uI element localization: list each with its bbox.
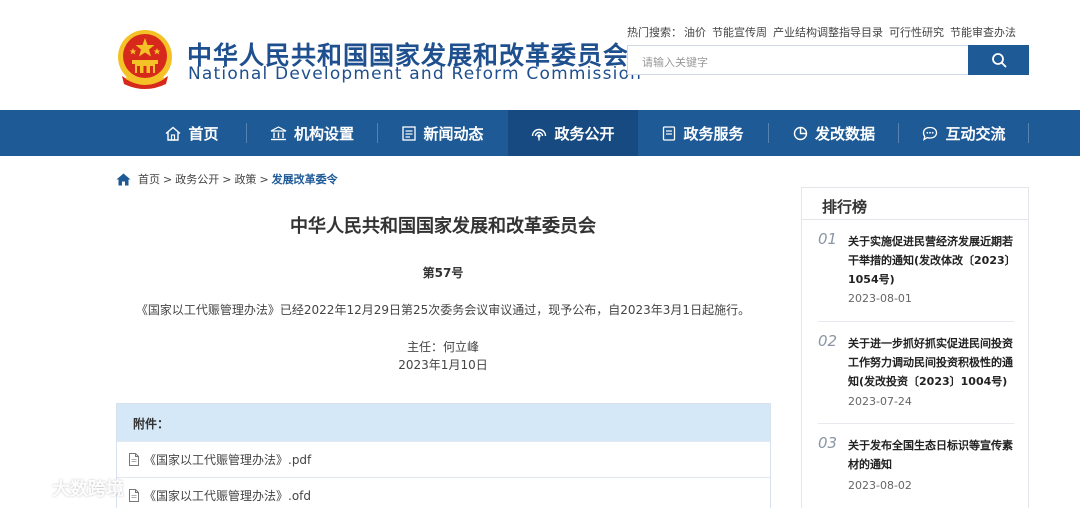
- nav-divider: [1028, 123, 1029, 143]
- attachment-link-ofd[interactable]: 《国家以工代赈管理办法》.ofd: [117, 477, 770, 508]
- ranking-item[interactable]: 02 关于进一步抓好抓实促进民间投资工作努力调动民间投资积极性的通知(发改投资〔…: [818, 332, 1014, 412]
- nav-item-label: 发改数据: [814, 124, 875, 143]
- breadcrumb-current[interactable]: 发展改革委令: [272, 171, 338, 187]
- building-icon: [270, 125, 287, 140]
- nav-item-government-affairs[interactable]: 政务公开: [508, 110, 638, 156]
- breadcrumb: 首页 > 政务公开 > 政策 > 发展改革委令: [116, 171, 338, 187]
- hot-search-term[interactable]: 油价: [684, 26, 706, 39]
- breadcrumb-separator: >: [163, 172, 173, 186]
- attachment-filename: 《国家以工代赈管理办法》.pdf: [144, 453, 312, 467]
- signature-date: 2023年1月10日: [398, 358, 488, 372]
- ranking-number: 01: [818, 230, 838, 248]
- nav-item-government-services[interactable]: 政务服务: [638, 110, 768, 156]
- nav-item-data[interactable]: 发改数据: [769, 110, 899, 156]
- nav-item-label: 政务服务: [683, 124, 744, 143]
- nav-item-interaction[interactable]: 互动交流: [899, 110, 1029, 156]
- main-nav: 首页 机构设置 新闻动态 政务公开 政务服务 发改数据 互动交流: [0, 110, 1080, 156]
- chat-icon: [923, 126, 938, 141]
- hot-search-bar: 热门搜索： 油价 节能宣传周 产业结构调整指导目录 可行性研究 节能审查办法: [627, 24, 1022, 40]
- attachments-panel: 附件： 《国家以工代赈管理办法》.pdf 《国家以工代赈管理办法》.ofd: [116, 403, 771, 508]
- ranking-title-divider: [802, 219, 1028, 220]
- nav-item-label: 新闻动态: [423, 124, 484, 143]
- national-emblem-icon[interactable]: [116, 28, 174, 90]
- pie-chart-icon: [793, 126, 808, 140]
- home-icon: [166, 126, 181, 141]
- hot-search-label: 热门搜索：: [627, 26, 682, 39]
- broadcast-icon: [532, 128, 547, 140]
- nav-item-label: 政务公开: [554, 124, 615, 143]
- search-icon: [991, 53, 1006, 68]
- nav-item-home[interactable]: 首页: [127, 110, 257, 156]
- article-body: 《国家以工代赈管理办法》已经2022年12月29日第25次委务会议审议通过，现予…: [135, 303, 751, 317]
- hot-search-term[interactable]: 节能审查办法: [950, 26, 1016, 39]
- nav-item-organization[interactable]: 机构设置: [247, 110, 377, 156]
- watermark-logo-icon: [10, 477, 44, 499]
- news-icon: [402, 125, 417, 141]
- attachment-filename: 《国家以工代赈管理办法》.ofd: [144, 489, 311, 503]
- site-header: 中华人民共和国国家发展和改革委员会 National Development a…: [0, 0, 1080, 110]
- breadcrumb-government-affairs[interactable]: 政务公开: [175, 171, 219, 187]
- watermark: 大数跨境: [8, 474, 124, 502]
- ranking-item-title: 关于发布全国生态日标识等宣传素材的通知: [848, 439, 1013, 471]
- home-icon[interactable]: [116, 173, 131, 186]
- breadcrumb-policy[interactable]: 政策: [234, 171, 256, 187]
- nav-item-news[interactable]: 新闻动态: [378, 110, 508, 156]
- breadcrumb-home[interactable]: 首页: [138, 171, 160, 187]
- search-button[interactable]: [968, 45, 1029, 75]
- ranking-item-date: 2023-08-01: [848, 292, 912, 305]
- breadcrumb-separator: >: [259, 172, 269, 186]
- signatory: 主任：何立峰: [406, 340, 479, 354]
- ranking-item-date: 2023-07-24: [848, 395, 912, 408]
- search-input[interactable]: 请输入关键字: [627, 45, 969, 75]
- nav-item-label: 首页: [188, 124, 219, 143]
- ranking-item[interactable]: 01 关于实施促进民营经济发展近期若干举措的通知(发改体改〔2023〕1054号…: [818, 230, 1014, 310]
- ranking-number: 03: [818, 434, 838, 452]
- ranking-number: 02: [818, 332, 838, 350]
- attachments-label: 附件：: [117, 404, 770, 441]
- breadcrumb-separator: >: [222, 172, 232, 186]
- site-title-en[interactable]: National Development and Reform Commissi…: [188, 64, 642, 84]
- ranking-panel: 排行榜 01 关于实施促进民营经济发展近期若干举措的通知(发改体改〔2023〕1…: [801, 187, 1029, 508]
- attachment-link-pdf[interactable]: 《国家以工代赈管理办法》.pdf: [117, 441, 770, 477]
- file-icon: [129, 453, 139, 466]
- hot-search-term[interactable]: 可行性研究: [889, 26, 944, 39]
- hot-search-term[interactable]: 产业结构调整指导目录: [773, 26, 883, 39]
- ranking-item-title: 关于进一步抓好抓实促进民间投资工作努力调动民间投资积极性的通知(发改投资〔202…: [848, 337, 1013, 388]
- article-title: 中华人民共和国国家发展和改革委员会: [290, 216, 596, 237]
- ranking-title: 排行榜: [822, 198, 868, 216]
- hot-search-term[interactable]: 节能宣传周: [712, 26, 767, 39]
- ranking-divider: [818, 423, 1014, 424]
- ranking-item-date: 2023-08-02: [848, 479, 912, 492]
- file-icon: [129, 489, 139, 502]
- nav-item-label: 机构设置: [293, 124, 354, 143]
- ranking-item[interactable]: 03 关于发布全国生态日标识等宣传素材的通知 2023-08-02: [818, 434, 1014, 494]
- nav-item-label: 互动交流: [945, 124, 1006, 143]
- ranking-item-title: 关于实施促进民营经济发展近期若干举措的通知(发改体改〔2023〕1054号): [848, 235, 1013, 286]
- ranking-divider: [818, 321, 1014, 322]
- document-icon: [663, 125, 676, 141]
- document-number: 第57号: [422, 266, 464, 280]
- watermark-text: 大数跨境: [52, 479, 124, 500]
